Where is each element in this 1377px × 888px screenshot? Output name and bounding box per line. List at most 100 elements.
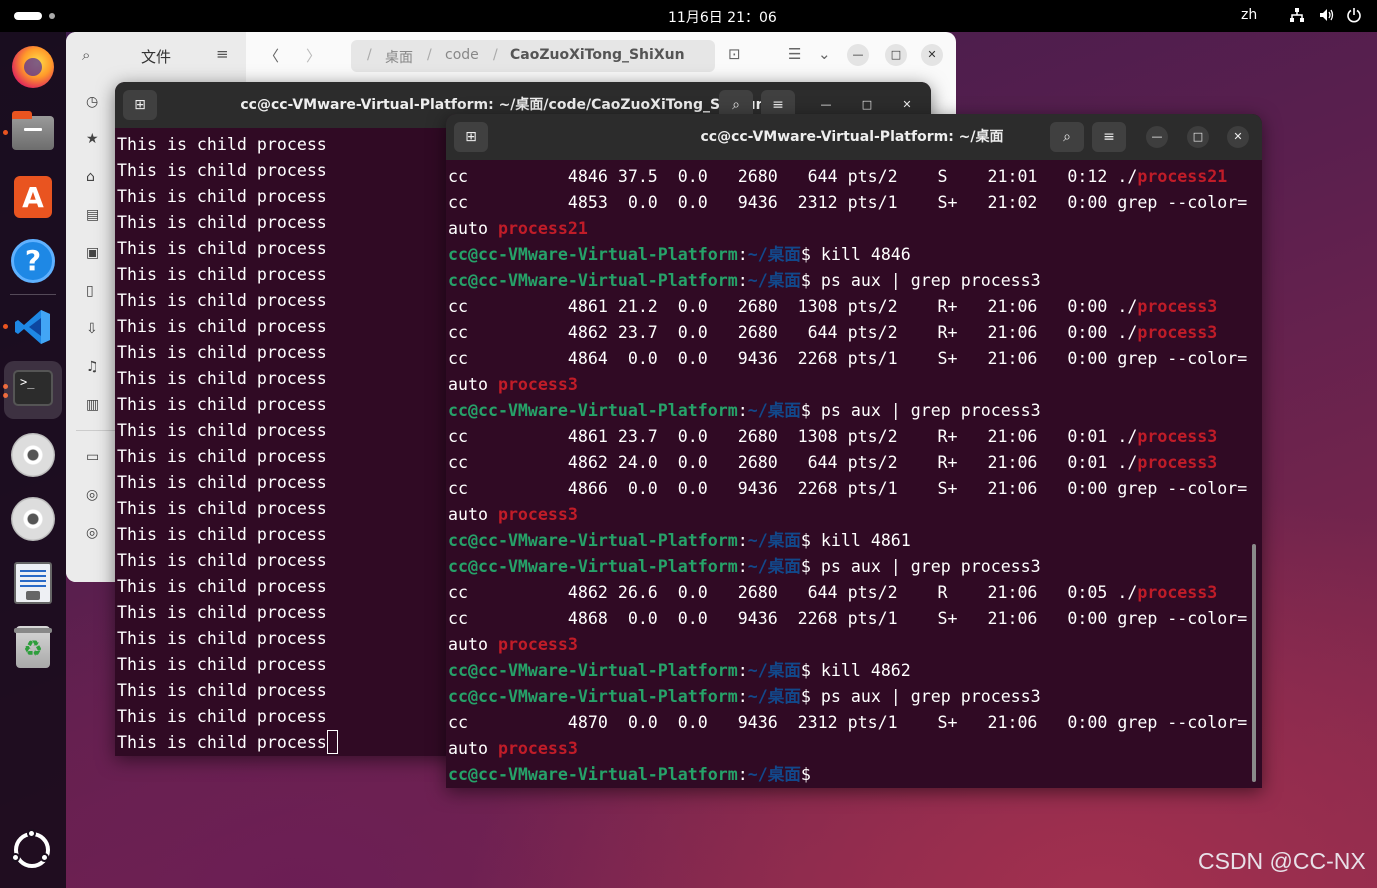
match-highlight: process3 — [497, 375, 578, 394]
path-segment-current[interactable]: CaoZuoXiTong_ShiXun — [510, 47, 685, 63]
chevron-down-icon[interactable]: ⌄ — [818, 45, 831, 63]
running-indicator — [3, 324, 8, 329]
drive-icon[interactable]: ▭ — [86, 449, 99, 465]
document-launcher[interactable] — [10, 560, 56, 606]
match-highlight: process21 — [497, 219, 588, 238]
prompt-command: $ kill 4862 — [800, 661, 911, 680]
clock[interactable]: 11月6日 21：06 — [668, 7, 777, 27]
forward-button[interactable]: 〉 — [306, 45, 321, 66]
disc-launcher[interactable] — [10, 432, 56, 478]
picture-icon[interactable]: ▣ — [86, 245, 99, 261]
terminal-line: cc@cc-VMware-Virtual-Platform:~/桌面$ kill… — [448, 242, 1262, 268]
prompt-user: cc@cc-VMware-Virtual-Platform — [448, 687, 738, 706]
terminal-window-front[interactable]: ⊞ cc@cc-VMware-Virtual-Platform: ~/桌面 ⌕ … — [446, 114, 1262, 788]
terminal-line: cc@cc-VMware-Virtual-Platform:~/桌面$ — [448, 762, 1262, 788]
output-text: auto — [448, 505, 498, 524]
terminal-line: cc@cc-VMware-Virtual-Platform:~/桌面$ kill… — [448, 528, 1262, 554]
prompt-sep: : — [737, 687, 748, 706]
power-icon[interactable] — [1346, 7, 1362, 27]
help-launcher[interactable]: ? — [10, 238, 56, 284]
close-button[interactable]: ✕ — [921, 44, 943, 66]
app-center-launcher[interactable]: A — [10, 174, 56, 220]
output-text: auto — [448, 635, 498, 654]
back-button[interactable]: 〈 — [264, 45, 279, 66]
prompt-path: ~/桌面 — [747, 661, 801, 680]
disc-icon[interactable]: ◎ — [86, 525, 98, 541]
show-apps-icon[interactable] — [11, 829, 50, 868]
terminal-line: cc 4870 0.0 0.0 9436 2312 pts/1 S+ 21:06… — [448, 710, 1262, 736]
prompt-user: cc@cc-VMware-Virtual-Platform — [448, 271, 738, 290]
path-bar[interactable]: / 桌面 / code / CaoZuoXiTong_ShiXun — [351, 40, 715, 72]
volume-icon[interactable] — [1318, 7, 1334, 27]
home-icon[interactable]: ⌂ — [86, 169, 95, 185]
dock-separator — [10, 294, 56, 295]
disc-icon[interactable]: ◎ — [86, 487, 98, 503]
network-icon[interactable] — [1289, 7, 1305, 27]
search-icon[interactable]: ⌕ — [1050, 122, 1084, 152]
starred-icon[interactable]: ★ — [86, 131, 99, 147]
menu-icon[interactable]: ≡ — [216, 45, 229, 63]
match-highlight: process3 — [1137, 453, 1218, 472]
minimize-button[interactable]: — — [1146, 126, 1168, 148]
terminal-line: cc 4868 0.0 0.0 9436 2268 pts/1 S+ 21:06… — [448, 606, 1262, 632]
close-button[interactable]: ✕ — [896, 94, 918, 116]
terminal-output[interactable]: cc 4846 37.5 0.0 2680 644 pts/2 S 21:01 … — [446, 164, 1262, 788]
trash-launcher[interactable]: ♻ — [10, 624, 56, 670]
output-text: cc 4862 23.7 0.0 2680 644 pts/2 R+ 21:06… — [448, 323, 1138, 342]
path-segment[interactable]: 桌面 — [385, 47, 413, 67]
prompt-path: ~/桌面 — [747, 401, 801, 420]
download-icon[interactable]: ⇩ — [86, 321, 98, 337]
path-segment[interactable]: code — [445, 47, 479, 63]
maximize-button[interactable]: □ — [885, 44, 907, 66]
workspace-pill[interactable] — [14, 12, 42, 20]
match-highlight: process3 — [1137, 323, 1218, 342]
menu-button[interactable]: ≡ — [1092, 122, 1126, 152]
terminal-line: cc 4853 0.0 0.0 9436 2312 pts/1 S+ 21:02… — [448, 190, 1262, 216]
app-center-icon: A — [14, 176, 52, 218]
minimize-button[interactable]: — — [847, 44, 869, 66]
prompt-path: ~/桌面 — [747, 245, 801, 264]
new-folder-icon[interactable]: ⊡ — [728, 45, 741, 63]
prompt-user: cc@cc-VMware-Virtual-Platform — [448, 401, 738, 420]
minimize-button[interactable]: — — [815, 94, 837, 116]
firefox-launcher[interactable] — [10, 44, 56, 90]
maximize-button[interactable]: □ — [1187, 126, 1209, 148]
prompt-user: cc@cc-VMware-Virtual-Platform — [448, 765, 738, 784]
trash-icon[interactable]: ▥ — [86, 397, 99, 413]
disc-launcher[interactable] — [10, 496, 56, 542]
terminal-line: cc@cc-VMware-Virtual-Platform:~/桌面$ ps a… — [448, 554, 1262, 580]
prompt-command: $ ps aux | grep process3 — [800, 557, 1041, 576]
terminal-title: cc@cc-VMware-Virtual-Platform: ~/桌面 — [700, 129, 1004, 145]
prompt-path: ~/桌面 — [747, 271, 801, 290]
document-icon — [14, 562, 52, 604]
files-launcher[interactable] — [10, 110, 56, 156]
vscode-launcher[interactable] — [10, 304, 56, 350]
terminal-line: cc@cc-VMware-Virtual-Platform:~/桌面$ kill… — [448, 658, 1262, 684]
prompt-sep: : — [737, 765, 748, 784]
video-icon[interactable]: ▤ — [86, 207, 99, 223]
activities-indicator[interactable] — [14, 12, 55, 20]
maximize-button[interactable]: □ — [856, 94, 878, 116]
music-icon[interactable]: ♫ — [86, 359, 99, 375]
output-text: cc 4862 24.0 0.0 2680 644 pts/2 R+ 21:06… — [448, 453, 1138, 472]
terminal-line: auto process21 — [448, 216, 1262, 242]
search-icon[interactable]: ⌕ — [82, 46, 90, 64]
prompt-sep: : — [737, 401, 748, 420]
document-icon[interactable]: ▯ — [86, 283, 94, 299]
output-text: auto — [448, 375, 498, 394]
view-list-icon[interactable]: ☰ — [788, 45, 801, 63]
input-method-indicator[interactable]: zh — [1241, 7, 1257, 23]
terminal-line: auto process3 — [448, 372, 1262, 398]
terminal-line: cc 4864 0.0 0.0 9436 2268 pts/1 S+ 21:06… — [448, 346, 1262, 372]
terminal-launcher[interactable]: >_ — [4, 361, 62, 419]
match-highlight: process3 — [497, 635, 578, 654]
workspace-dot[interactable] — [49, 13, 55, 19]
scrollbar[interactable] — [1252, 544, 1256, 782]
cursor — [326, 730, 338, 754]
close-button[interactable]: ✕ — [1227, 126, 1249, 148]
recent-icon[interactable]: ◷ — [86, 94, 98, 110]
terminal-icon: >_ — [13, 370, 53, 406]
top-bar: 11月6日 21：06 zh — [0, 0, 1377, 32]
disc-icon — [11, 433, 55, 477]
prompt-sep: : — [737, 557, 748, 576]
